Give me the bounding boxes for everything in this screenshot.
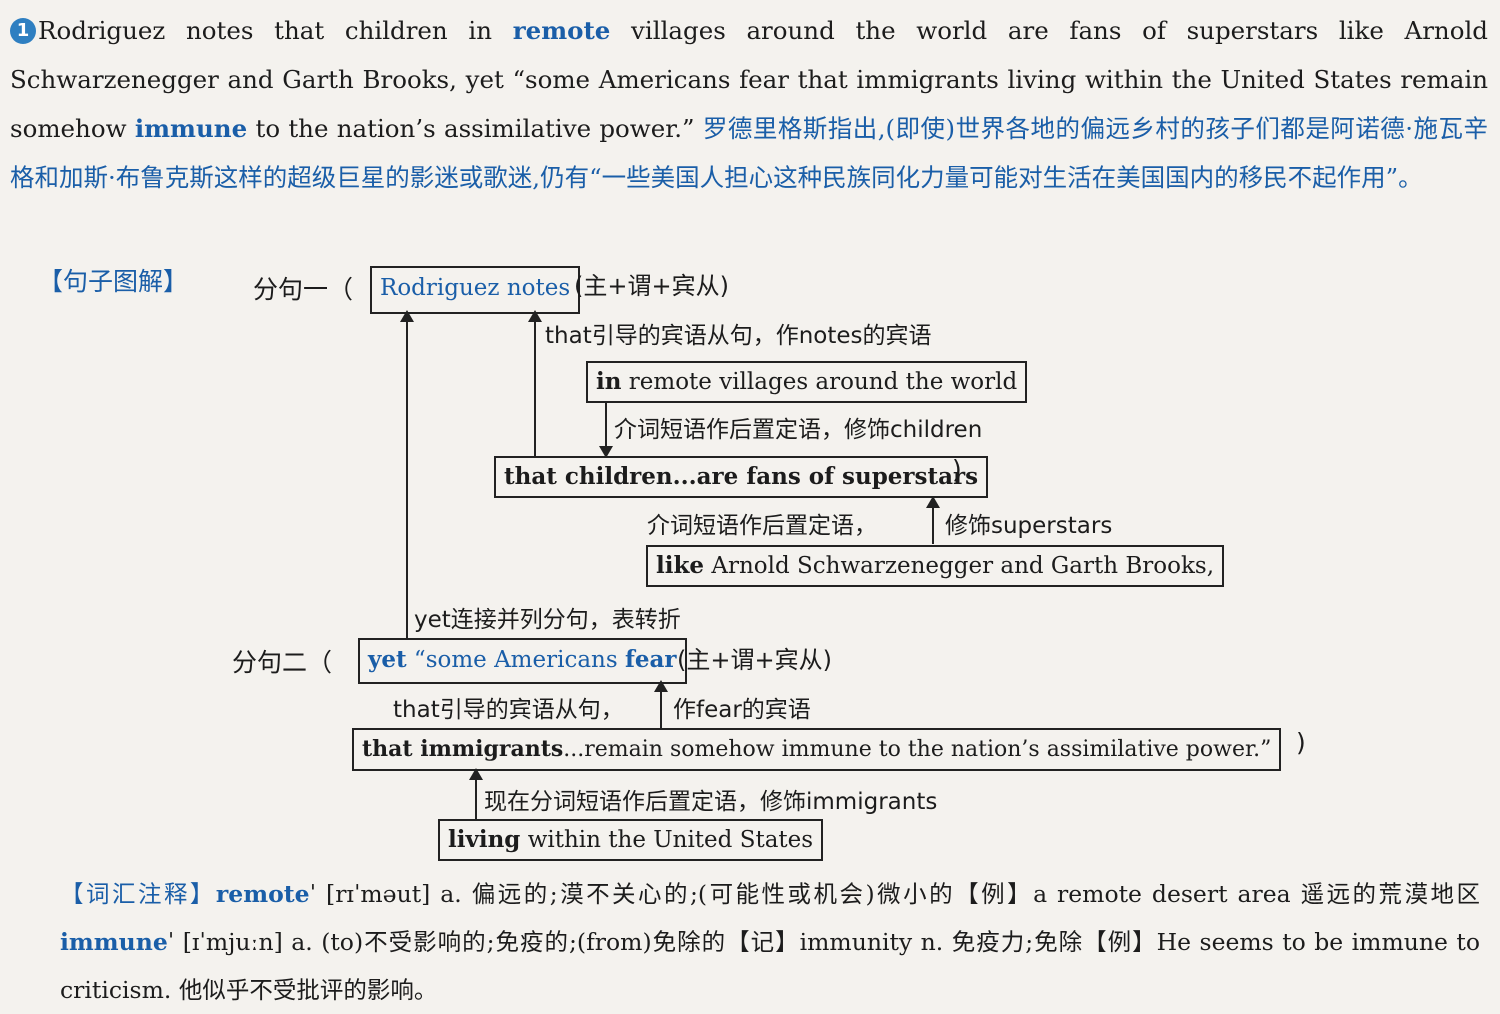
keyword-immune: immune	[134, 114, 248, 143]
note-prep1: 介词短语作后置定语，修饰children	[614, 417, 983, 443]
close-paren-2: )	[1296, 728, 1306, 757]
diagram-title: 【句子图解】	[38, 267, 189, 296]
para-text-3: to the nation’s assimilative power.”	[247, 114, 695, 143]
para-text-1: Rodriguez notes that children in	[38, 16, 513, 45]
note-participle: 现在分词短语作后置定语，修饰immigrants	[484, 789, 938, 815]
connector-object-clause1	[528, 310, 542, 458]
box-children-text: that children...are fans of	[504, 463, 843, 490]
note-object-clause1: that引导的宾语从句，作notes的宾语	[545, 323, 932, 349]
paragraph-number: 1	[10, 18, 36, 44]
vocab-notes: 【词汇注释】remoteˈ [rɪˈməut] a. 偏远的;漠不关心的;(可能…	[60, 870, 1480, 1014]
box-immigrants-rest: ...remain somehow immune to the nation’s…	[563, 737, 1272, 762]
box-children-clause: that children...are fans of superstars	[494, 456, 989, 498]
vocab-def-remote: ˈ [rɪˈməut] a. 偏远的;漠不关心的;(可能性或机会)微小的【例】a…	[309, 880, 1480, 908]
clause1-box-text: Rodriguez notes	[380, 275, 571, 301]
clause1-label: 分句一（	[253, 275, 354, 304]
close-paren-1: )	[952, 455, 962, 484]
box-living: living within the United States	[438, 819, 824, 861]
vocab-word-remote: remote	[215, 880, 310, 908]
connector-yet-line	[400, 310, 414, 638]
clause2-yet: yet	[368, 646, 407, 673]
connector-object-clause2	[654, 680, 668, 728]
box-living-word: living	[448, 826, 521, 853]
vocab-word-immune: immune	[60, 928, 168, 956]
connector-prep1	[599, 402, 613, 458]
box-remote-villages-rest: remote villages around the world	[621, 369, 1018, 395]
note-yet: yet连接并列分句，表转折	[414, 607, 681, 633]
clause1-box: Rodriguez notes	[370, 266, 581, 314]
clause2-label: 分句二（	[232, 648, 333, 677]
box-like-rest: Arnold Schwarzenegger and Garth Brooks,	[704, 553, 1215, 579]
clause2-some-americans: “some Americans	[406, 647, 625, 673]
clause2-fear: fear	[624, 646, 677, 673]
box-immigrants-subject: that immigrants	[362, 736, 564, 762]
box-like-word: like	[656, 552, 705, 579]
textbook-page: 1 Rodriguez notes that children in remote…	[0, 0, 1500, 1013]
box-immigrants-clause: that immigrants...remain somehow immune …	[352, 728, 1282, 771]
note-object-clause2-a: that引导的宾语从句，	[393, 697, 624, 723]
box-like-arnold: like Arnold Schwarzenegger and Garth Bro…	[646, 545, 1225, 587]
note-prep2-a: 介词短语作后置定语，	[647, 513, 877, 539]
clause2-box: yet “some Americans fear	[358, 638, 687, 684]
keyword-remote: remote	[512, 16, 611, 45]
vocab-def-immune: ˈ [ɪˈmjuːn] a. (to)不受影响的;免疫的;(from)免除的【记…	[60, 928, 1480, 1004]
vocab-heading: 【词汇注释】	[60, 880, 216, 908]
box-living-rest: within the United States	[520, 827, 814, 853]
clause2-note: (主+谓+宾从)	[677, 646, 832, 674]
box-remote-villages-in: in	[596, 368, 622, 395]
connector-prep2	[926, 496, 940, 544]
note-object-clause2-b: 作fear的宾语	[673, 697, 811, 723]
example-paragraph: 1 Rodriguez notes that children in remote…	[10, 6, 1488, 202]
note-prep2-b: 修饰superstars	[945, 513, 1113, 539]
connector-participle	[469, 768, 483, 820]
box-remote-villages: in remote villages around the world	[586, 361, 1028, 403]
clause1-note: (主+谓+宾从)	[574, 272, 729, 300]
